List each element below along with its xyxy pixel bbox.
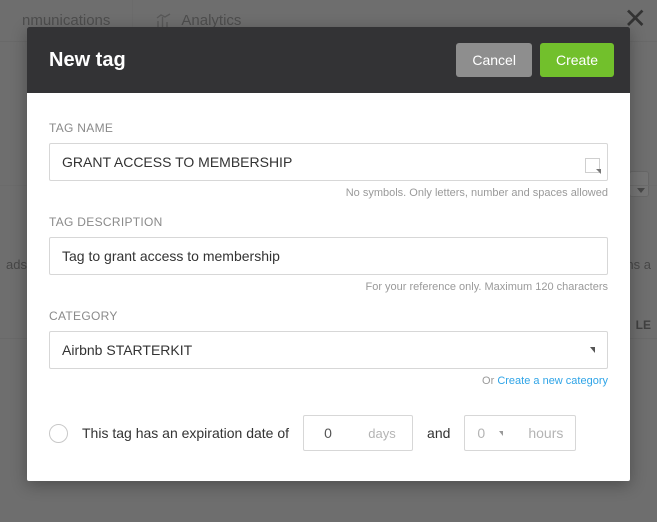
tag-name-label: TAG NAME — [49, 121, 608, 135]
category-select[interactable]: Airbnb STARTERKIT — [49, 331, 608, 369]
expiration-hours-select[interactable]: 0 hours — [464, 415, 576, 451]
new-tag-modal: New tag Cancel Create TAG NAME No symbol… — [27, 27, 630, 481]
category-label: CATEGORY — [49, 309, 608, 323]
chevron-down-icon — [590, 347, 595, 353]
cancel-button[interactable]: Cancel — [456, 43, 532, 77]
tag-description-input[interactable] — [49, 237, 608, 275]
category-or-text: Or — [482, 375, 497, 387]
modal-title: New tag — [49, 49, 126, 72]
category-select-value: Airbnb STARTERKIT — [62, 342, 192, 358]
expiration-days-input[interactable] — [304, 425, 352, 441]
tag-name-input[interactable] — [49, 143, 608, 181]
expiration-hours-value: 0 — [477, 425, 485, 441]
expiration-hours-left: 0 — [477, 425, 503, 441]
expiration-row: This tag has an expiration date of days … — [49, 415, 608, 451]
tag-name-input-wrap — [49, 143, 608, 181]
create-category-link[interactable]: Create a new category — [497, 375, 608, 387]
create-button[interactable]: Create — [540, 43, 614, 77]
expiration-and: and — [427, 425, 450, 441]
expiration-toggle[interactable] — [49, 424, 68, 443]
tag-name-hint: No symbols. Only letters, number and spa… — [49, 187, 608, 199]
chevron-down-icon — [499, 431, 503, 436]
modal-header: New tag Cancel Create — [27, 27, 630, 93]
modal-header-actions: Cancel Create — [456, 43, 614, 77]
tag-color-picker[interactable] — [576, 149, 602, 175]
modal-body: TAG NAME No symbols. Only letters, numbe… — [27, 93, 630, 481]
tag-description-label: TAG DESCRIPTION — [49, 215, 608, 229]
expiration-days-unit: days — [352, 426, 412, 441]
expiration-hours-unit: hours — [528, 425, 563, 441]
color-swatch-icon — [585, 158, 600, 173]
expiration-days-box: days — [303, 415, 413, 451]
expiration-text: This tag has an expiration date of — [82, 425, 289, 441]
category-hint: Or Create a new category — [49, 375, 608, 387]
tag-description-hint: For your reference only. Maximum 120 cha… — [49, 281, 608, 293]
